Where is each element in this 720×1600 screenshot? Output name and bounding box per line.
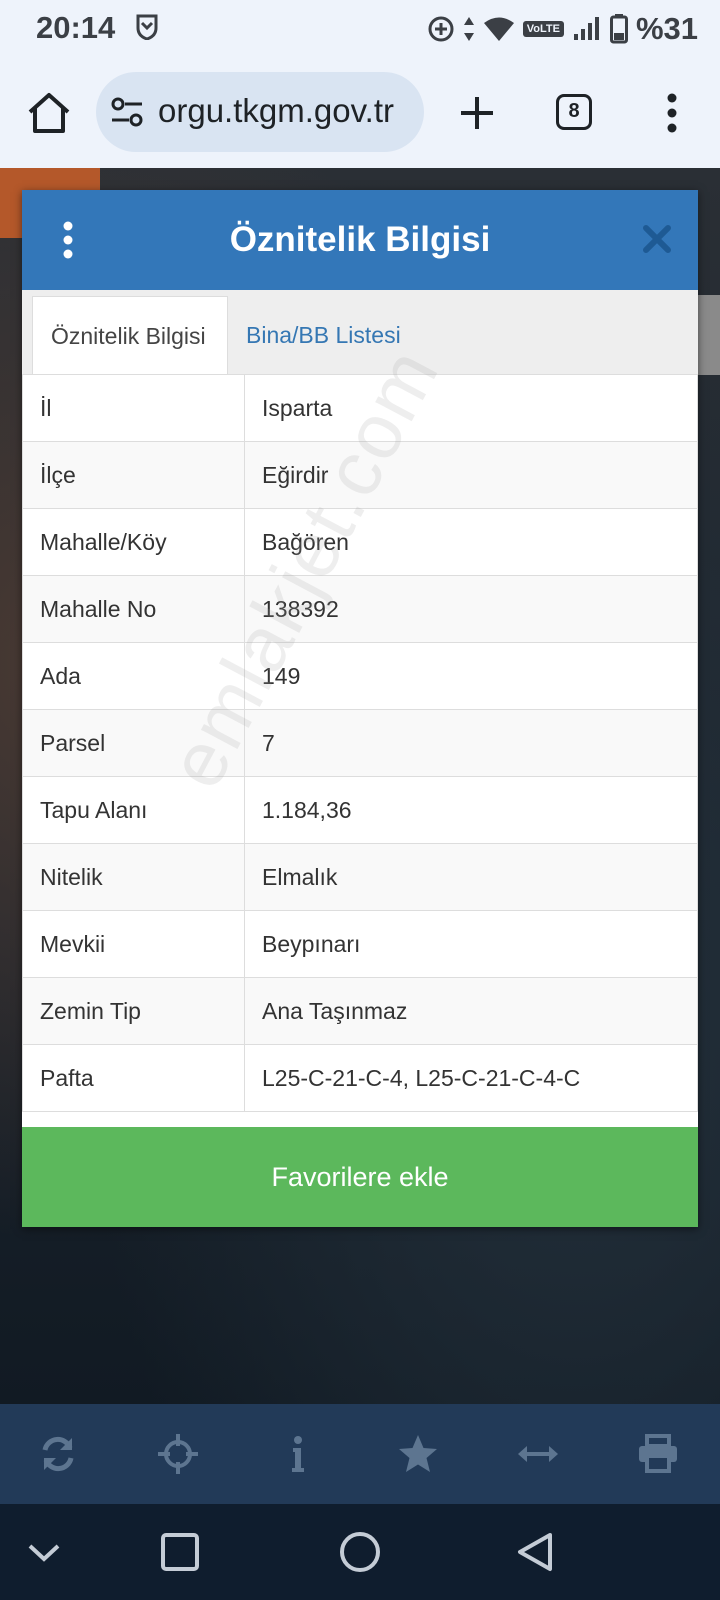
table-row: Parsel 7 bbox=[22, 709, 698, 777]
print-icon[interactable] bbox=[636, 1432, 680, 1476]
table-row: Nitelik Elmalık bbox=[22, 843, 698, 911]
home-icon[interactable] bbox=[24, 88, 74, 138]
data-saver-icon bbox=[428, 16, 454, 42]
attribute-value: 7 bbox=[244, 709, 698, 777]
attribute-table: İl Isparta İlçe Eğirdir Mahalle/Köy Bağören… bbox=[22, 374, 698, 1112]
battery-percent: %31 bbox=[635, 11, 698, 46]
attribute-value: Elmalık bbox=[244, 843, 698, 911]
recents-icon[interactable] bbox=[158, 1530, 202, 1574]
battery-icon bbox=[609, 14, 628, 44]
home-nav-icon[interactable] bbox=[338, 1530, 382, 1574]
chevron-down-icon[interactable] bbox=[22, 1530, 66, 1574]
add-to-favorites-button[interactable]: Favorilere ekle bbox=[22, 1127, 698, 1227]
attribute-value: 138392 bbox=[244, 575, 698, 643]
attribute-key: Nitelik bbox=[22, 843, 245, 911]
attribute-value: 1.184,36 bbox=[244, 776, 698, 844]
attribute-key: Tapu Alanı bbox=[22, 776, 245, 844]
table-row: Zemin Tip Ana Taşınmaz bbox=[22, 977, 698, 1045]
attribute-key: Zemin Tip bbox=[22, 977, 245, 1045]
shield-icon bbox=[136, 14, 158, 40]
dialog-tabs: Öznitelik Bilgisi Bina/BB Listesi bbox=[22, 290, 698, 375]
table-row: İlçe Eğirdir bbox=[22, 441, 698, 509]
table-row: Mevkii Beypınarı bbox=[22, 910, 698, 978]
attribute-value: Bağören bbox=[244, 508, 698, 576]
map-toolbar bbox=[0, 1404, 720, 1504]
status-icons: VoLTE %31 bbox=[427, 10, 698, 48]
attribute-key: Parsel bbox=[22, 709, 245, 777]
status-bar: 20:14 VoLTE %31 bbox=[0, 0, 720, 58]
data-arrows-icon bbox=[463, 17, 474, 41]
close-icon[interactable] bbox=[642, 224, 672, 254]
table-row: Mahalle No 138392 bbox=[22, 575, 698, 643]
wifi-icon bbox=[483, 17, 514, 41]
info-icon[interactable] bbox=[276, 1432, 320, 1476]
dialog-header: Öznitelik Bilgisi bbox=[22, 190, 698, 290]
attribute-value: Isparta bbox=[244, 374, 698, 442]
more-options-icon[interactable] bbox=[652, 88, 692, 138]
attribute-key: Pafta bbox=[22, 1044, 245, 1112]
url-text: orgu.tkgm.gov.tr bbox=[158, 92, 394, 129]
tab-attribute-info[interactable]: Öznitelik Bilgisi bbox=[32, 296, 228, 374]
clock: 20:14 bbox=[36, 10, 116, 45]
volte-badge: VoLTE bbox=[522, 21, 564, 37]
new-tab-icon[interactable] bbox=[452, 88, 502, 138]
table-row: İl Isparta bbox=[22, 374, 698, 442]
system-nav-bar bbox=[0, 1504, 720, 1600]
table-row: Pafta L25-C-21-C-4, L25-C-21-C-4-C bbox=[22, 1044, 698, 1112]
table-row: Mahalle/Köy Bağören bbox=[22, 508, 698, 576]
locate-icon[interactable] bbox=[156, 1432, 200, 1476]
tab-building-list[interactable]: Bina/BB Listesi bbox=[228, 296, 419, 374]
map-scroll-handle bbox=[698, 295, 720, 375]
measure-icon[interactable] bbox=[516, 1432, 560, 1476]
attribute-key: İl bbox=[22, 374, 245, 442]
attribute-value: Ana Taşınmaz bbox=[244, 977, 698, 1045]
attribute-key: Mahalle/Köy bbox=[22, 508, 245, 576]
attribute-key: Ada bbox=[22, 642, 245, 710]
attribute-info-dialog: Öznitelik Bilgisi Öznitelik Bilgisi Bina… bbox=[22, 190, 698, 1227]
attribute-key: İlçe bbox=[22, 441, 245, 509]
star-icon[interactable] bbox=[396, 1432, 440, 1476]
back-icon[interactable] bbox=[514, 1530, 558, 1574]
attribute-value: Eğirdir bbox=[244, 441, 698, 509]
attribute-key: Mahalle No bbox=[22, 575, 245, 643]
attribute-value: 149 bbox=[244, 642, 698, 710]
attribute-key: Mevkii bbox=[22, 910, 245, 978]
table-row: Ada 149 bbox=[22, 642, 698, 710]
tab-switcher-button[interactable]: 8 bbox=[556, 94, 592, 130]
dialog-title: Öznitelik Bilgisi bbox=[229, 220, 491, 259]
attribute-value: Beypınarı bbox=[244, 910, 698, 978]
attribute-value: L25-C-21-C-4, L25-C-21-C-4-C bbox=[244, 1044, 698, 1112]
site-settings-icon[interactable] bbox=[110, 96, 144, 128]
browser-toolbar: orgu.tkgm.gov.tr 8 bbox=[0, 58, 720, 168]
address-bar[interactable]: orgu.tkgm.gov.tr bbox=[96, 72, 424, 152]
table-row: Tapu Alanı 1.184,36 bbox=[22, 776, 698, 844]
signal-icon bbox=[573, 17, 599, 40]
refresh-icon[interactable] bbox=[36, 1432, 80, 1476]
